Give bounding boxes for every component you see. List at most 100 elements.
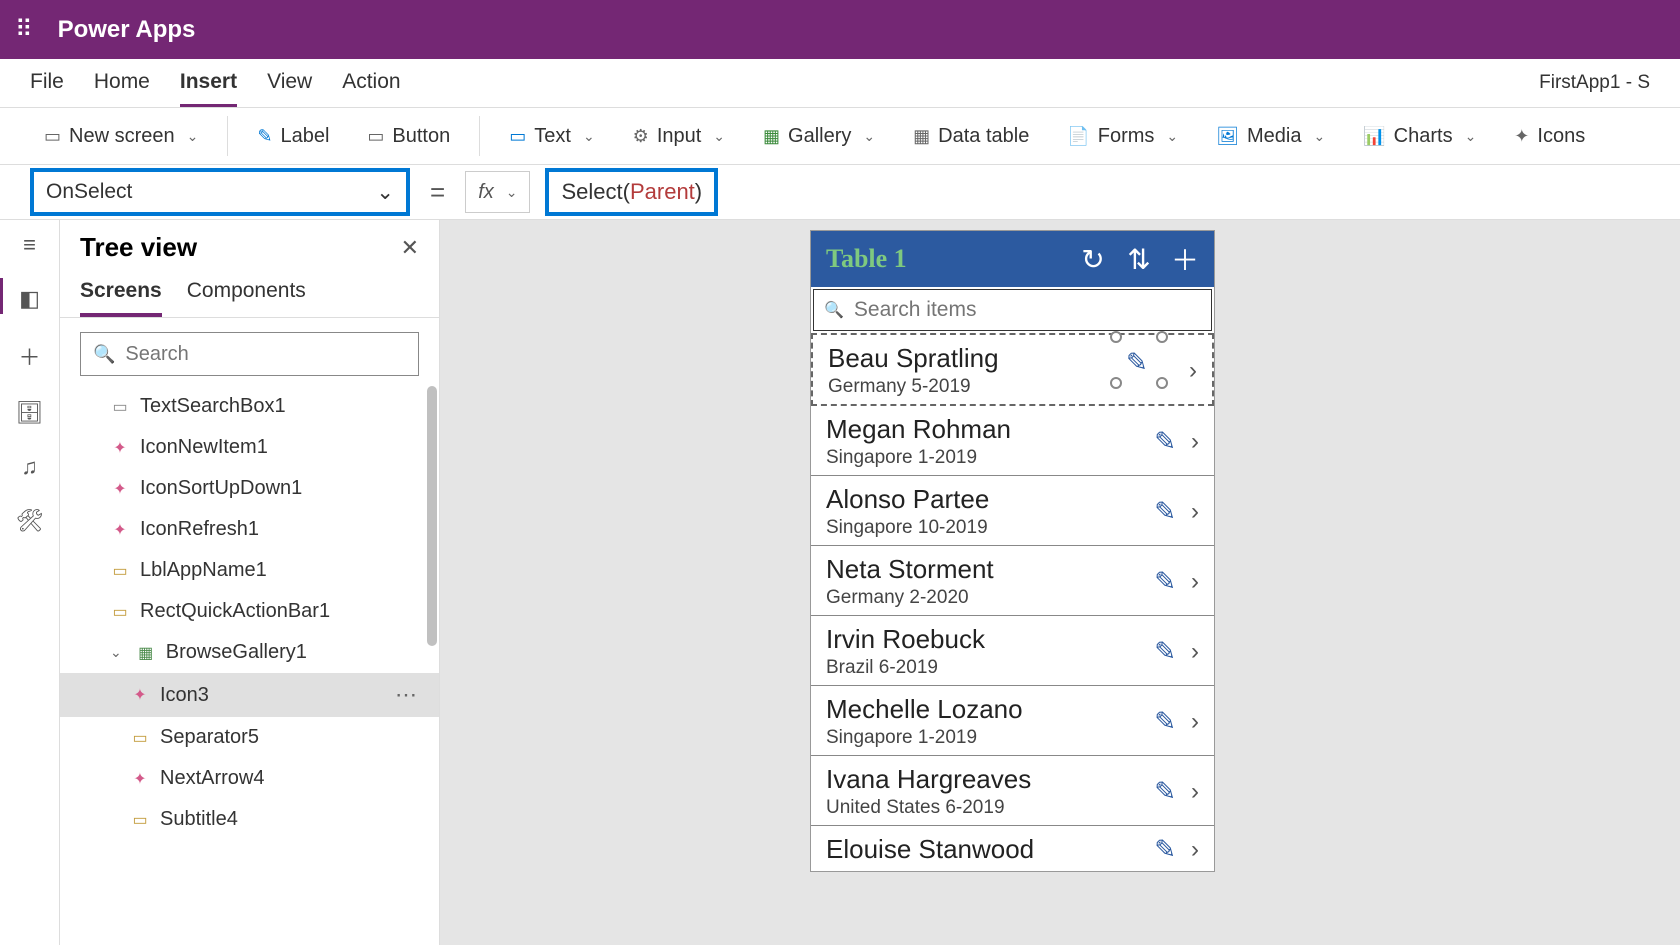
property-selector[interactable]: OnSelect ⌄ (30, 168, 410, 216)
data-table-label: Data table (938, 125, 1029, 148)
forms-icon: 📄 (1067, 126, 1089, 147)
edit-icon[interactable]: ✎ (1154, 776, 1176, 807)
edit-icon[interactable]: ✎ (1154, 834, 1176, 865)
menu-file[interactable]: File (30, 60, 64, 107)
rect-icon: ▭ (110, 602, 130, 622)
gallery-item[interactable]: Ivana Hargreaves United States 6-2019 ✎ … (811, 756, 1214, 826)
menu-view[interactable]: View (267, 60, 312, 107)
screen-icon: ▭ (44, 126, 61, 147)
phone-header: Table 1 ↻ ⇅ ＋ (811, 231, 1214, 287)
tree-item-iconrefresh[interactable]: ✦ IconRefresh1 (60, 509, 439, 550)
input-icon: ⚙ (633, 126, 649, 147)
item-title: Mechelle Lozano (826, 694, 1154, 725)
hamburger-icon[interactable]: ≡ (23, 232, 36, 258)
formula-input[interactable]: Select(Parent) (545, 168, 718, 216)
phone-search[interactable]: 🔍 (813, 289, 1212, 331)
add-icon[interactable]: ＋ (1171, 239, 1199, 279)
tree-item-nextarrow[interactable]: ✦ NextArrow4 (60, 758, 439, 799)
data-table-button[interactable]: ▦ Data table (899, 119, 1043, 154)
tree-view-icon[interactable]: ◧ (19, 286, 40, 312)
canvas[interactable]: Table 1 ↻ ⇅ ＋ 🔍 Beau Spratling Germany 5… (440, 220, 1680, 945)
close-icon[interactable]: ✕ (401, 235, 419, 261)
item-title: Elouise Stanwood (826, 834, 1154, 865)
gallery-item[interactable]: Alonso Partee Singapore 10-2019 ✎ › (811, 476, 1214, 546)
tree-item-browsegallery[interactable]: ⌄ ▦ BrowseGallery1 (60, 632, 439, 673)
label-text: Label (280, 125, 329, 148)
tree-item-rectquickaction[interactable]: ▭ RectQuickActionBar1 (60, 591, 439, 632)
item-subtitle: Singapore 1-2019 (826, 447, 1154, 469)
edit-icon[interactable]: ✎ (1154, 426, 1176, 457)
data-icon[interactable]: 🗄 (16, 400, 44, 426)
tree-item-separator[interactable]: ▭ Separator5 (60, 717, 439, 758)
new-screen-button[interactable]: ▭ New screen ⌄ (30, 119, 212, 154)
tab-components[interactable]: Components (187, 269, 306, 317)
chevron-right-icon[interactable]: › (1191, 568, 1199, 596)
item-subtitle: Brazil 6-2019 (826, 657, 1154, 679)
chevron-right-icon[interactable]: › (1191, 778, 1199, 806)
tree-item-icon3[interactable]: ✦ Icon3 ⋯ (60, 673, 439, 717)
edit-icon[interactable]: ✎ (1154, 566, 1176, 597)
chevron-right-icon[interactable]: › (1191, 708, 1199, 736)
refresh-icon[interactable]: ↻ (1079, 243, 1107, 276)
chevron-right-icon[interactable]: › (1191, 638, 1199, 666)
chevron-down-icon[interactable]: ⌄ (110, 644, 122, 661)
label-button[interactable]: ✎ Label (243, 119, 343, 154)
menu-action[interactable]: Action (342, 60, 400, 107)
tree-item-iconnewitem[interactable]: ✦ IconNewItem1 (60, 427, 439, 468)
selection-handles[interactable]: ✎ (1114, 335, 1164, 385)
forms-label: Forms (1098, 125, 1155, 148)
gallery-item[interactable]: Megan Rohman Singapore 1-2019 ✎ › (811, 406, 1214, 476)
waffle-icon[interactable]: ⠿ (15, 15, 33, 44)
menu-insert[interactable]: Insert (180, 60, 237, 107)
tree-item-label: RectQuickActionBar1 (140, 600, 330, 623)
chevron-right-icon[interactable]: › (1189, 357, 1197, 385)
item-title: Irvin Roebuck (826, 624, 1154, 655)
gallery-item[interactable]: Irvin Roebuck Brazil 6-2019 ✎ › (811, 616, 1214, 686)
chevron-right-icon[interactable]: › (1191, 498, 1199, 526)
charts-button[interactable]: 📊 Charts ⌄ (1349, 119, 1490, 154)
tree-item-lblappname[interactable]: ▭ LblAppName1 (60, 550, 439, 591)
plus-icon[interactable]: ＋ (18, 340, 40, 372)
scrollbar[interactable] (427, 386, 437, 646)
sort-icon[interactable]: ⇅ (1125, 243, 1153, 276)
media-rail-icon[interactable]: ♫ (21, 454, 38, 480)
more-options-icon[interactable]: ⋯ (395, 682, 419, 708)
new-screen-label: New screen (69, 125, 175, 148)
tree-item-textsearchbox[interactable]: ▭ TextSearchBox1 (60, 386, 439, 427)
tree-search[interactable]: 🔍 (80, 332, 419, 376)
gallery-item[interactable]: Neta Storment Germany 2-2020 ✎ › (811, 546, 1214, 616)
label-icon: ▭ (130, 810, 150, 830)
edit-icon[interactable]: ✎ (1154, 706, 1176, 737)
tree-search-input[interactable] (125, 343, 406, 366)
input-button[interactable]: ⚙ Input ⌄ (619, 119, 739, 154)
fx-selector[interactable]: fx ⌄ (465, 171, 530, 213)
menubar: File Home Insert View Action FirstApp1 -… (0, 59, 1680, 108)
gallery-item[interactable]: Beau Spratling Germany 5-2019 ✎ › (811, 333, 1214, 406)
menu-home[interactable]: Home (94, 60, 150, 107)
text-button[interactable]: ▭ Text ⌄ (495, 119, 608, 154)
chevron-right-icon[interactable]: › (1191, 428, 1199, 456)
tree-item-label: IconRefresh1 (140, 518, 259, 541)
edit-icon[interactable]: ✎ (1126, 347, 1148, 378)
tools-icon[interactable]: 🛠 (16, 508, 44, 534)
tab-screens[interactable]: Screens (80, 269, 162, 317)
phone-search-input[interactable] (854, 298, 1201, 322)
edit-icon[interactable]: ✎ (1154, 636, 1176, 667)
forms-button[interactable]: 📄 Forms ⌄ (1053, 119, 1192, 154)
gallery-button[interactable]: ▦ Gallery ⌄ (749, 119, 889, 154)
equals-sign: = (430, 177, 445, 208)
gallery-item[interactable]: Mechelle Lozano Singapore 1-2019 ✎ › (811, 686, 1214, 756)
button-button[interactable]: ▭ Button (353, 119, 464, 154)
icons-button[interactable]: ✦ Icons (1500, 119, 1599, 154)
edit-icon[interactable]: ✎ (1154, 496, 1176, 527)
tree-title: Tree view (80, 232, 197, 263)
chevron-right-icon[interactable]: › (1191, 836, 1199, 864)
tree-item-label: LblAppName1 (140, 559, 267, 582)
media-label: Media (1247, 125, 1301, 148)
tree-item-iconsort[interactable]: ✦ IconSortUpDown1 (60, 468, 439, 509)
gallery-item[interactable]: Elouise Stanwood ✎ › (811, 826, 1214, 871)
tree-item-subtitle[interactable]: ▭ Subtitle4 (60, 799, 439, 840)
media-button[interactable]: 🖼 Media ⌄ (1202, 119, 1339, 154)
chevron-down-icon: ⌄ (1166, 128, 1178, 145)
control-icon: ✦ (130, 685, 150, 705)
